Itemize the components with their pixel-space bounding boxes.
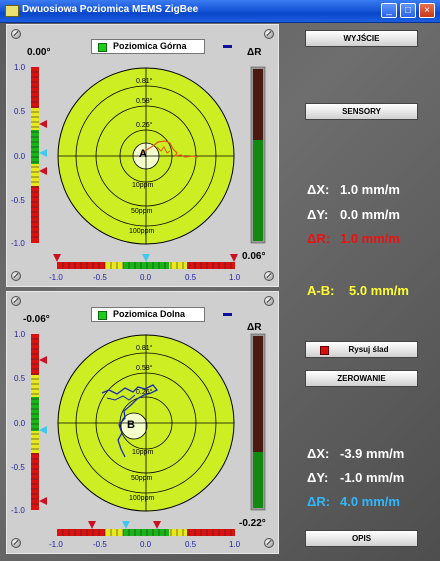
marker-cyan — [142, 254, 150, 262]
readout-dy-bottom: ΔY: -1.0 mm/m — [307, 470, 404, 485]
marker-red — [230, 254, 238, 262]
readout-label: ΔR: — [307, 231, 331, 246]
center-letter: B — [127, 419, 135, 431]
marker-red — [53, 254, 61, 262]
window-title: Dwuosiowa Poziomica MEMS ZigBee — [22, 4, 199, 15]
exit-button[interactable]: WYJŚCIE — [305, 30, 418, 47]
ring-label: 100ppm — [129, 228, 155, 235]
marker-cyan — [39, 149, 47, 157]
ring-label: 10ppm — [132, 449, 154, 456]
readout-value: -1.0 mm/m — [340, 470, 405, 485]
horizontal-scale-bar — [53, 254, 238, 269]
readout-value: 1.0 mm/m — [340, 231, 400, 246]
ring-label: 100ppm — [129, 495, 155, 502]
readout-dr-bottom: ΔR: 4.0 mm/m — [307, 494, 400, 509]
ring-label: 0.81° — [136, 345, 153, 352]
ring-label: 50ppm — [131, 208, 153, 215]
ring-label: 0.58° — [136, 365, 153, 372]
description-button[interactable]: OPIS — [305, 530, 418, 547]
marker-cyan — [39, 426, 47, 434]
readout-label: ΔX: — [307, 446, 330, 461]
readout-label: A-B: — [307, 283, 335, 298]
zero-button[interactable]: ZEROWANIE — [305, 370, 418, 387]
delta-r-bar — [250, 66, 266, 244]
ring-label: 0.26° — [136, 389, 153, 396]
marker-red — [39, 497, 47, 505]
readout-value: 0.0 mm/m — [340, 207, 400, 222]
level-panel-bottom: Poziomica Dolna -0.06° ΔR -0.22° 1.0 0.5… — [6, 291, 279, 554]
marker-red — [39, 167, 47, 175]
readout-dy-top: ΔY: 0.0 mm/m — [307, 207, 400, 222]
close-button[interactable]: × — [419, 3, 435, 18]
level-display-bottom — [31, 333, 266, 536]
readout-value: 1.0 mm/m — [340, 182, 400, 197]
marker-cyan — [122, 521, 130, 529]
marker-red — [39, 120, 47, 128]
readout-label: ΔY: — [307, 207, 329, 222]
center-letter: A — [139, 148, 147, 160]
delta-r-bar — [250, 333, 266, 511]
level-panel-top: Poziomica Górna 0.00° ΔR 0.06° 1.0 0.5 0… — [6, 24, 279, 287]
readout-a-b: A-B: 5.0 mm/m — [307, 283, 409, 298]
sensors-button[interactable]: SENSORY — [305, 103, 418, 120]
ring-label: 0.26° — [136, 122, 153, 129]
vertical-scale-bar — [31, 67, 47, 243]
readout-label: ΔX: — [307, 182, 330, 197]
ring-label: 10ppm — [132, 182, 154, 189]
horizontal-scale-bar — [57, 521, 235, 536]
bubble-dial — [57, 334, 235, 512]
app-icon — [5, 5, 19, 17]
trace-toggle-indicator — [320, 346, 329, 355]
vertical-scale-bar — [31, 334, 47, 510]
readout-dx-top: ΔX: 1.0 mm/m — [307, 182, 400, 197]
readout-label: ΔY: — [307, 470, 329, 485]
app-window: Dwuosiowa Poziomica MEMS ZigBee _ □ × Po… — [0, 0, 440, 561]
ring-label: 0.81° — [136, 78, 153, 85]
readout-value: 4.0 mm/m — [340, 494, 400, 509]
draw-trace-label: Rysuj ślad — [348, 345, 389, 354]
marker-red — [39, 356, 47, 364]
readout-dr-top: ΔR: 1.0 mm/m — [307, 231, 400, 246]
readout-label: ΔR: — [307, 494, 331, 509]
draw-trace-button[interactable]: Rysuj ślad — [305, 341, 418, 358]
readout-dx-bottom: ΔX: -3.9 mm/m — [307, 446, 404, 461]
ring-label: 0.58° — [136, 98, 153, 105]
maximize-button[interactable]: □ — [400, 3, 416, 18]
title-bar[interactable]: Dwuosiowa Poziomica MEMS ZigBee _ □ × — [0, 0, 440, 23]
minimize-button[interactable]: _ — [381, 3, 397, 18]
marker-red — [153, 521, 161, 529]
readout-value: -3.9 mm/m — [340, 446, 405, 461]
readout-value: 5.0 mm/m — [349, 283, 409, 298]
marker-red — [88, 521, 96, 529]
ring-label: 50ppm — [131, 475, 153, 482]
